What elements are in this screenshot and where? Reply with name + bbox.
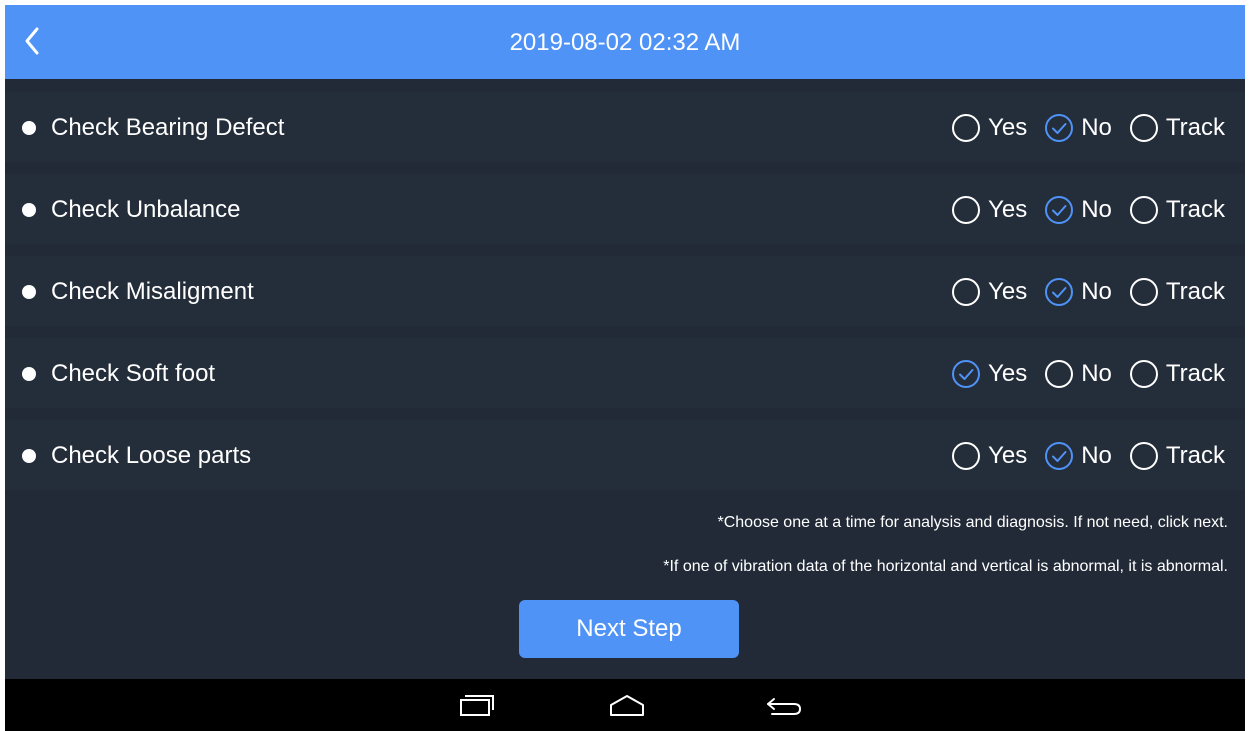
radio-option-no[interactable]: No — [1044, 359, 1112, 389]
radio-option-label: Yes — [988, 360, 1028, 387]
radio-unchecked-icon — [1129, 360, 1158, 388]
radio-unchecked-icon — [1129, 114, 1158, 142]
radio-unchecked-icon — [952, 114, 981, 142]
radio-option-label: No — [1081, 442, 1112, 469]
radio-option-label: No — [1081, 278, 1112, 305]
radio-unchecked-icon — [1129, 278, 1158, 306]
radio-option-label: No — [1081, 114, 1112, 141]
hint-text-abnormal: *If one of vibration data of the horizon… — [663, 558, 1228, 575]
app-screen: 2019-08-02 02:32 AM Check Bearing Defect… — [5, 5, 1245, 679]
radio-option-label: No — [1081, 196, 1112, 223]
radio-option-track[interactable]: Track — [1129, 441, 1225, 471]
app-bar: 2019-08-02 02:32 AM — [5, 5, 1245, 79]
radio-unchecked-icon — [1045, 360, 1074, 388]
radio-option-no[interactable]: No — [1044, 195, 1112, 225]
radio-checked-icon — [1045, 114, 1074, 142]
radio-option-label: Yes — [988, 114, 1028, 141]
page-title: 2019-08-02 02:32 AM — [509, 29, 741, 56]
check-label: Check Unbalance — [51, 196, 241, 223]
recent-apps-icon — [460, 695, 494, 716]
radio-option-label: Yes — [988, 442, 1028, 469]
radio-unchecked-icon — [1129, 442, 1158, 470]
radio-option-label: Yes — [988, 278, 1028, 305]
radio-unchecked-icon — [952, 196, 981, 224]
bullet-icon — [22, 121, 36, 135]
check-row: Check Unbalance Yes No Track — [5, 174, 1245, 256]
radio-option-yes[interactable]: Yes — [951, 195, 1027, 225]
check-row: Check Loose parts Yes No Track — [5, 420, 1245, 502]
radio-option-yes[interactable]: Yes — [951, 441, 1027, 471]
radio-option-label: Track — [1165, 278, 1225, 305]
radio-option-label: Track — [1165, 114, 1225, 141]
radio-option-label: Yes — [988, 196, 1028, 223]
back-arrow-icon — [767, 698, 802, 715]
system-nav-bar — [5, 679, 1245, 731]
nav-back-button[interactable] — [760, 689, 808, 721]
radio-option-no[interactable]: No — [1044, 277, 1112, 307]
radio-option-yes[interactable]: Yes — [951, 359, 1027, 389]
radio-checked-icon — [952, 360, 981, 388]
radio-option-yes[interactable]: Yes — [951, 277, 1027, 307]
radio-option-label: Track — [1165, 196, 1225, 223]
radio-checked-icon — [1045, 442, 1074, 470]
next-step-button[interactable]: Next Step — [519, 600, 739, 658]
radio-option-yes[interactable]: Yes — [951, 113, 1027, 143]
radio-option-label: Track — [1165, 360, 1225, 387]
hint-text-choose: *Choose one at a time for analysis and d… — [717, 514, 1228, 531]
check-label: Check Soft foot — [51, 360, 216, 387]
radio-option-label: No — [1081, 360, 1112, 387]
home-icon — [610, 695, 644, 716]
option-group: Yes No Track — [951, 439, 1225, 473]
check-row: Check Soft foot Yes No Track — [5, 338, 1245, 420]
radio-checked-icon — [1045, 196, 1074, 224]
bullet-icon — [22, 367, 36, 381]
recent-apps-button[interactable] — [453, 689, 501, 721]
home-button[interactable] — [605, 689, 653, 721]
radio-option-no[interactable]: No — [1044, 113, 1112, 143]
option-group: Yes No Track — [951, 193, 1225, 227]
radio-unchecked-icon — [1129, 196, 1158, 224]
check-list: Check Bearing Defect Yes No Track Check Unba… — [5, 92, 1245, 502]
option-group: Yes No Track — [951, 357, 1225, 391]
check-row: Check Bearing Defect Yes No Track — [5, 92, 1245, 174]
radio-checked-icon — [1045, 278, 1074, 306]
check-label: Check Bearing Defect — [51, 114, 285, 141]
bullet-icon — [22, 449, 36, 463]
radio-option-track[interactable]: Track — [1129, 113, 1225, 143]
option-group: Yes No Track — [951, 111, 1225, 145]
radio-option-track[interactable]: Track — [1129, 359, 1225, 389]
radio-option-track[interactable]: Track — [1129, 277, 1225, 307]
check-label: Check Loose parts — [51, 442, 252, 469]
bullet-icon — [22, 285, 36, 299]
radio-option-label: Track — [1165, 442, 1225, 469]
radio-unchecked-icon — [952, 442, 981, 470]
option-group: Yes No Track — [951, 275, 1225, 309]
bullet-icon — [22, 203, 36, 217]
check-row: Check Misaligment Yes No Track — [5, 256, 1245, 338]
check-label: Check Misaligment — [51, 278, 254, 305]
radio-option-track[interactable]: Track — [1129, 195, 1225, 225]
radio-unchecked-icon — [952, 278, 981, 306]
radio-option-no[interactable]: No — [1044, 441, 1112, 471]
